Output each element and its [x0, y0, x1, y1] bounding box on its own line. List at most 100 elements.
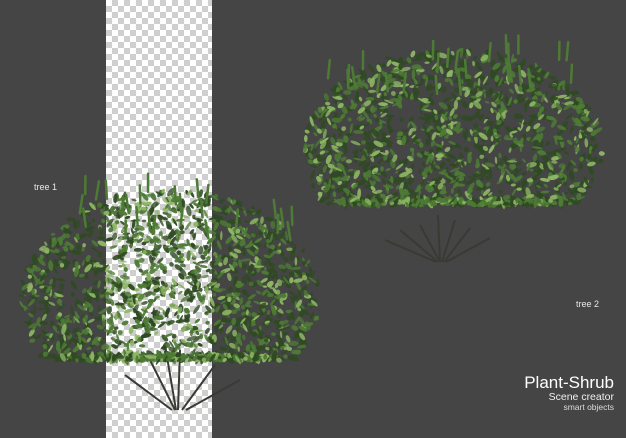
branch-tip — [124, 193, 130, 214]
leaf — [204, 327, 210, 334]
leaf — [82, 243, 86, 248]
leaf — [255, 290, 262, 295]
leaf — [150, 192, 157, 201]
leaf — [240, 258, 252, 262]
branch-tip — [290, 205, 294, 227]
leaf — [267, 310, 270, 315]
leaf — [70, 280, 77, 290]
leaf — [262, 285, 268, 288]
branch-tip — [272, 198, 278, 220]
watermark: Plant-Shrub Scene creator smart objects — [524, 374, 614, 412]
leaf — [56, 278, 66, 282]
leaf — [121, 320, 129, 326]
leaf — [183, 307, 190, 314]
leaf — [57, 312, 63, 317]
branch-tip — [173, 185, 178, 206]
leaf — [66, 216, 74, 222]
leaf — [242, 251, 246, 256]
leaf — [227, 272, 232, 282]
leaf — [236, 327, 240, 332]
branch-tip — [195, 178, 200, 199]
leaf — [281, 349, 287, 355]
leaf — [307, 259, 311, 264]
leaf — [154, 209, 160, 215]
leaf — [141, 301, 148, 305]
leaf — [289, 277, 294, 284]
branch-tip — [147, 210, 152, 232]
leaf — [157, 214, 164, 221]
branch-tip — [286, 220, 292, 242]
branch-tip — [234, 208, 240, 229]
leaf — [184, 221, 192, 231]
tree-2-label: tree 2 — [576, 299, 600, 309]
leaf — [301, 248, 306, 253]
leaf — [161, 285, 167, 296]
image-canvas: tree 1 tree 2 Plant-Shrub Scene creator … — [0, 0, 626, 438]
leaf — [169, 262, 174, 267]
leaf — [178, 283, 185, 289]
leaf — [270, 220, 276, 229]
leaf — [131, 198, 137, 202]
branch-tip — [121, 194, 125, 216]
leaf — [33, 304, 37, 312]
leaf — [169, 303, 179, 310]
leaf — [87, 318, 95, 324]
leaf — [176, 314, 180, 319]
leaf — [91, 218, 96, 223]
leaf — [141, 219, 147, 223]
leaf — [101, 218, 106, 224]
leaf — [219, 346, 228, 351]
leaf — [39, 321, 49, 325]
leaf — [205, 320, 210, 325]
branch-tip — [104, 179, 109, 200]
tree-1-foliage — [18, 172, 320, 366]
leaf — [237, 346, 240, 352]
leaf — [290, 241, 295, 247]
leaf — [194, 318, 201, 324]
leaf — [70, 292, 75, 297]
branch-tip — [199, 198, 204, 219]
leaf — [90, 351, 95, 362]
tree-1-label: tree 1 — [34, 182, 58, 192]
leaf — [286, 247, 293, 252]
leaf — [288, 290, 295, 296]
leaf — [136, 253, 143, 257]
leaf — [119, 274, 130, 280]
leaf — [239, 297, 244, 306]
leaf — [59, 283, 65, 291]
leaf — [34, 334, 42, 340]
leaf — [310, 311, 314, 320]
leaf — [160, 358, 164, 363]
leaf — [90, 246, 100, 253]
leaf — [138, 344, 146, 348]
leaf — [216, 240, 222, 250]
branch-tip — [178, 192, 183, 214]
leaf — [177, 290, 183, 295]
leaf — [88, 312, 94, 317]
leaf — [109, 245, 118, 249]
leaf — [89, 202, 96, 211]
leaf — [242, 334, 246, 341]
watermark-title: Plant-Shrub — [524, 373, 614, 392]
leaf — [201, 275, 209, 279]
branch-tip — [94, 180, 101, 201]
leaf — [228, 286, 234, 292]
leaf — [70, 305, 74, 317]
leaf — [212, 292, 217, 297]
leaf — [101, 258, 107, 265]
branch-tip — [135, 205, 139, 227]
leaf — [37, 307, 45, 311]
leaf — [154, 331, 159, 335]
leaf — [244, 220, 250, 223]
leaf — [97, 235, 105, 240]
branch-tip — [78, 194, 84, 215]
leaf — [294, 257, 298, 266]
leaf — [260, 277, 269, 283]
leaf — [147, 298, 155, 303]
branch-tip — [276, 213, 280, 235]
leaf — [253, 300, 262, 305]
leaf — [52, 277, 56, 285]
leaf — [133, 247, 143, 252]
leaf — [117, 330, 123, 336]
leaf — [50, 232, 56, 236]
